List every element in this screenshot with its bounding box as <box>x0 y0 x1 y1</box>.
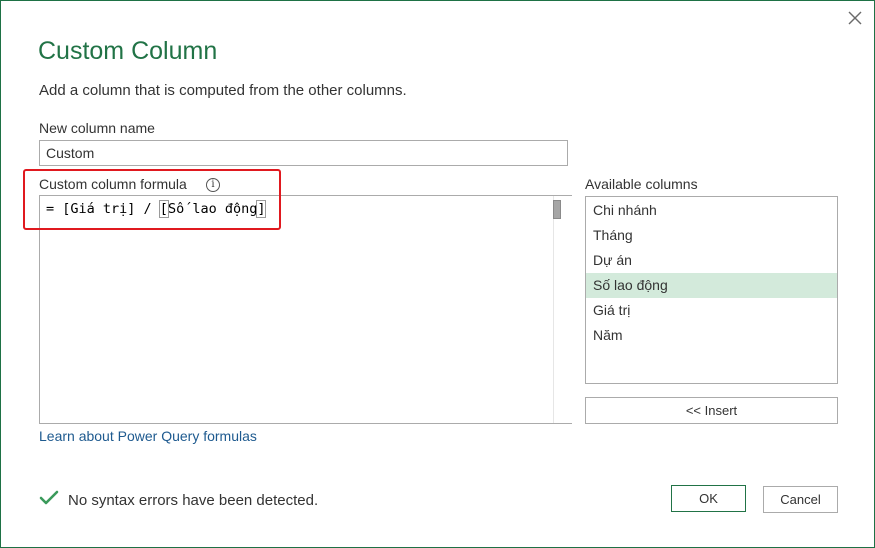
column-item[interactable]: Tháng <box>586 223 837 248</box>
column-item[interactable]: Chi nhánh <box>586 198 837 223</box>
formula-bracket-close: ] <box>256 200 267 218</box>
dialog-subtitle: Add a column that is computed from the o… <box>39 82 407 99</box>
custom-column-dialog: Custom Column Add a column that is compu… <box>0 0 875 548</box>
syntax-status: No syntax errors have been detected. <box>39 490 318 510</box>
check-icon <box>39 490 59 510</box>
column-item[interactable]: Dự án <box>586 248 837 273</box>
formula-scrollbar-thumb[interactable] <box>553 200 561 219</box>
new-column-name-label: New column name <box>39 120 155 136</box>
column-item[interactable]: Giá trị <box>586 298 837 323</box>
column-item[interactable]: Số lao động <box>586 273 837 298</box>
available-columns-list[interactable]: Chi nhánh Tháng Dự án Số lao động Giá trị Năm <box>585 196 838 384</box>
dialog-title: Custom Column <box>38 37 218 65</box>
formula-scrollbar[interactable] <box>553 196 572 423</box>
close-icon <box>848 11 862 25</box>
close-button[interactable] <box>844 7 866 29</box>
formula-text[interactable]: = [Giá trị] / [Số lao động] <box>46 200 267 218</box>
ok-button[interactable]: OK <box>671 485 746 512</box>
new-column-name-input[interactable] <box>39 140 568 166</box>
formula-editor[interactable]: = [Giá trị] / [Số lao động] <box>39 195 572 424</box>
learn-formulas-link[interactable]: Learn about Power Query formulas <box>39 428 257 444</box>
column-item[interactable]: Năm <box>586 323 837 348</box>
formula-label: Custom column formula <box>39 176 187 192</box>
insert-button[interactable]: << Insert <box>585 397 838 424</box>
formula-bracket-open: [ <box>158 200 169 218</box>
cancel-button[interactable]: Cancel <box>763 486 838 513</box>
formula-text-before: = [Giá trị] / <box>46 201 160 217</box>
status-message: No syntax errors have been detected. <box>68 491 319 509</box>
info-icon[interactable]: i <box>206 178 220 192</box>
formula-text-middle: Số lao động <box>167 201 258 217</box>
available-columns-label: Available columns <box>585 176 698 192</box>
